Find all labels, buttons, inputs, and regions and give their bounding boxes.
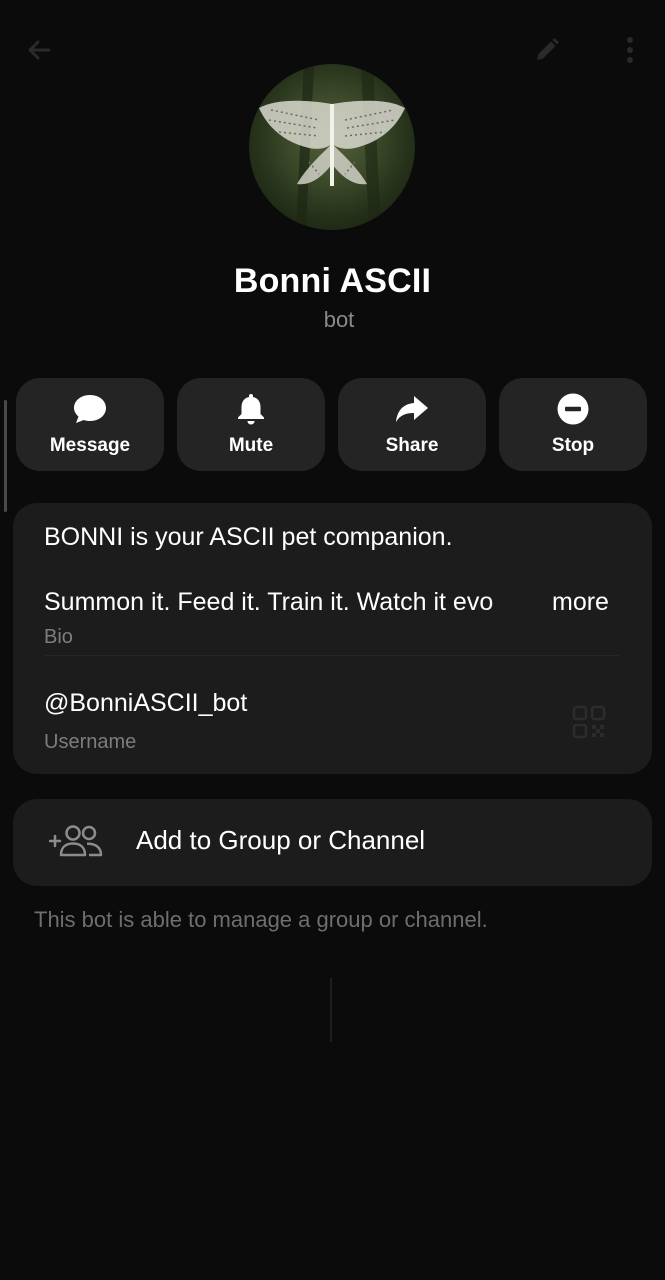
username-value[interactable]: @BonniASCII_bot (44, 689, 247, 718)
bio-line-1: BONNI is your ASCII pet companion. (44, 523, 453, 551)
more-options-button[interactable] (608, 30, 652, 74)
info-card: BONNI is your ASCII pet companion. Summo… (13, 503, 652, 774)
profile-name: Bonni ASCII (233, 262, 432, 300)
share-button-label: Share (385, 435, 439, 456)
bell-icon (238, 394, 264, 425)
add-users-icon (48, 825, 103, 857)
arrow-left-icon (23, 34, 55, 71)
kebab-menu-icon (625, 35, 635, 70)
chat-bubble-icon (74, 395, 106, 423)
mute-button-label: Mute (228, 435, 274, 456)
edit-button[interactable] (525, 30, 569, 74)
stop-button-label: Stop (551, 435, 595, 456)
profile-avatar[interactable] (249, 64, 415, 230)
add-to-group-button[interactable]: Add to Group or Channel (13, 799, 652, 886)
bio-caption: Bio (44, 626, 73, 648)
center-divider (330, 978, 332, 1042)
qr-code-icon (572, 705, 606, 739)
share-arrow-icon (396, 396, 428, 422)
minus-circle-icon (557, 393, 589, 425)
profile-status: bot (323, 307, 355, 332)
message-button[interactable]: Message (16, 378, 164, 471)
card-divider (44, 655, 620, 656)
stop-button[interactable]: Stop (499, 378, 647, 471)
bot-admin-note: This bot is able to manage a group or ch… (34, 907, 488, 932)
message-button-label: Message (49, 435, 131, 456)
mute-button[interactable]: Mute (177, 378, 325, 471)
qr-code-button[interactable] (567, 700, 611, 744)
share-button[interactable]: Share (338, 378, 486, 471)
bio-line-2: Summon it. Feed it. Train it. Watch it e… (44, 588, 494, 616)
ascii-butterfly-avatar (259, 64, 405, 230)
username-caption: Username (44, 731, 137, 753)
pencil-icon (532, 35, 562, 70)
scroll-indicator[interactable] (4, 400, 7, 512)
bio-more-link[interactable]: more (552, 588, 609, 617)
back-button[interactable] (17, 30, 61, 74)
add-to-group-label: Add to Group or Channel (136, 825, 426, 855)
